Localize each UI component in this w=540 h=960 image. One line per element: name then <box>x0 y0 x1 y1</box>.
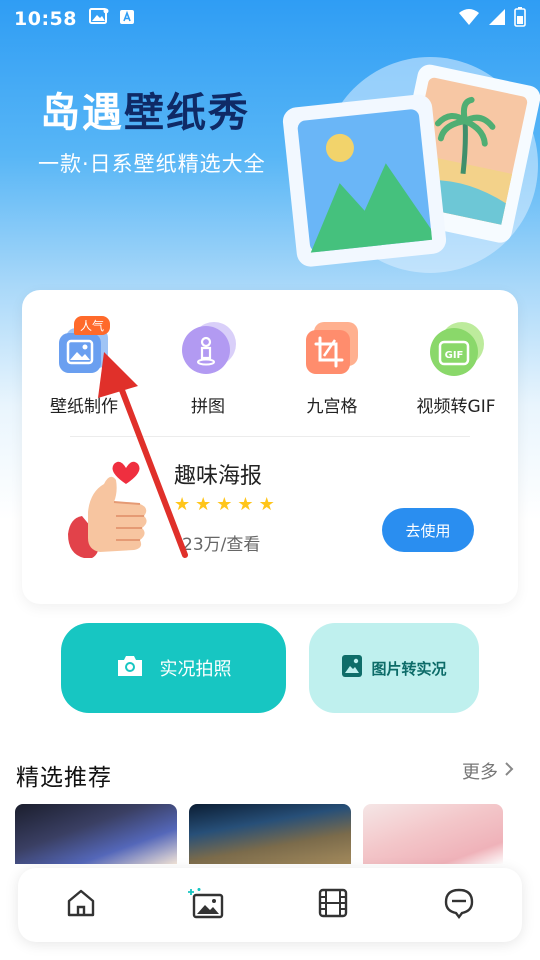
divider <box>70 436 470 437</box>
tool-nine-grid[interactable]: 九宫格 <box>270 320 394 420</box>
image-to-live-label: 图片转实况 <box>371 659 447 678</box>
tool-label: 视频转GIF <box>416 397 496 417</box>
gif-icon: GIF <box>426 320 486 380</box>
app-title: 岛遇壁纸秀 <box>40 80 250 138</box>
status-bar: 10:58 <box>0 0 540 38</box>
app-title-part1: 岛遇 <box>40 90 124 136</box>
home-icon <box>65 887 97 923</box>
more-label: 更多 <box>462 762 498 783</box>
promo-views: 23万/查看 <box>182 535 261 555</box>
app-subtitle: 一款·日系壁纸精选大全 <box>38 152 266 176</box>
status-time: 10:58 <box>14 8 77 30</box>
star-icon: ★ <box>216 494 233 515</box>
image-to-live-button[interactable]: 图片转实况 <box>309 623 479 713</box>
live-photo-label: 实况拍照 <box>159 659 232 680</box>
svg-text:GIF: GIF <box>445 350 464 361</box>
nav-profile[interactable] <box>396 868 522 942</box>
star-icon: ★ <box>174 494 191 515</box>
hot-badge: 人气 <box>74 316 111 335</box>
wallpaper-make-icon: 人气 <box>54 316 114 380</box>
wallpaper-thumbnail[interactable] <box>15 804 177 864</box>
battery-icon <box>514 7 526 31</box>
promo-title: 趣味海报 <box>174 464 263 489</box>
tool-puzzle[interactable]: 拼图 <box>146 320 270 420</box>
tool-label: 拼图 <box>191 397 225 417</box>
cellular-icon <box>488 8 506 30</box>
gallery-notification-icon <box>88 8 109 30</box>
more-link[interactable]: 更多 <box>462 758 514 784</box>
nav-wallpaper[interactable] <box>144 868 270 942</box>
tool-wallpaper-make[interactable]: 人气 壁纸制作 <box>22 316 146 420</box>
chevron-right-icon <box>504 761 514 782</box>
featured-title: 精选推荐 <box>16 765 112 791</box>
chat-face-icon <box>443 887 475 923</box>
app-title-part2: 壁纸秀 <box>124 90 250 136</box>
wallpaper-thumbnail[interactable] <box>189 804 351 864</box>
promo-rating: ★ ★ ★ ★ ★ <box>174 496 275 514</box>
wallpaper-thumbnail[interactable] <box>363 804 503 864</box>
bottom-nav <box>18 868 522 942</box>
crop-grid-icon <box>302 320 362 380</box>
camera-icon <box>116 654 144 683</box>
star-icon: ★ <box>195 494 212 515</box>
nav-home[interactable] <box>18 868 144 942</box>
nav-video[interactable] <box>270 868 396 942</box>
tool-video-gif[interactable]: GIF 视频转GIF <box>394 320 518 420</box>
wallpaper-icon <box>188 887 226 923</box>
tool-grid: 人气 壁纸制作 拼图 九宫格 GIF 视频转GIF <box>22 316 518 420</box>
thumbs-up-illustration <box>60 458 152 562</box>
image-icon <box>341 654 363 682</box>
hero-illustration <box>280 45 540 285</box>
puzzle-icon <box>178 320 238 380</box>
star-icon: ★ <box>237 494 254 515</box>
promo-fun-poster[interactable]: 趣味海报 ★ ★ ★ ★ ★ 23万/查看 去使用 <box>22 450 518 570</box>
tool-label: 九宫格 <box>306 397 358 417</box>
wifi-icon <box>458 8 480 30</box>
text-notification-icon <box>119 9 135 29</box>
star-icon: ★ <box>258 494 275 515</box>
use-button[interactable]: 去使用 <box>382 508 474 552</box>
live-photo-button[interactable]: 实况拍照 <box>61 623 286 713</box>
tool-label: 壁纸制作 <box>50 397 118 417</box>
tool-card: 人气 壁纸制作 拼图 九宫格 GIF 视频转GIF 趣味海报 ★ ★ ★ ★ ★… <box>22 290 518 604</box>
film-icon <box>317 887 349 923</box>
